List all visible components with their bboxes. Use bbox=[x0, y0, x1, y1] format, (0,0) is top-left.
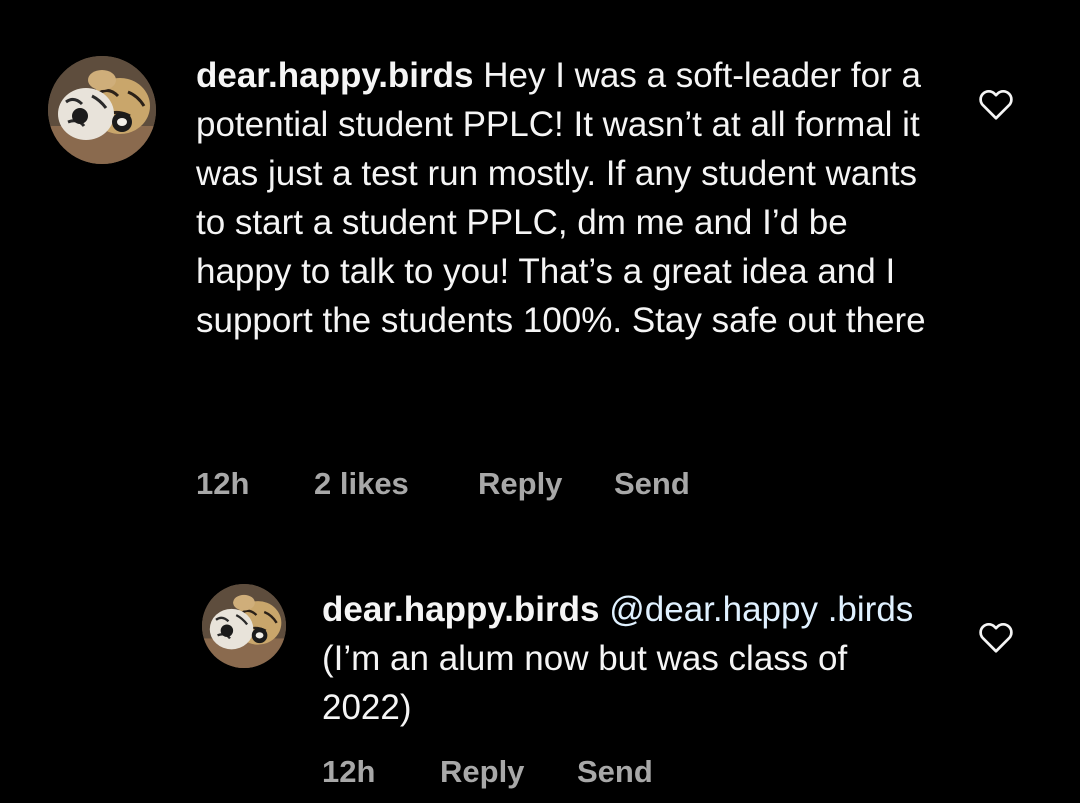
reply-actions: 12h Reply Send bbox=[322, 754, 653, 790]
reply-mention[interactable]: @dear.happy .birds bbox=[609, 590, 913, 629]
send-button[interactable]: Send bbox=[614, 466, 690, 502]
comment-body: dear.happy.birds Hey I was a soft-leader… bbox=[196, 51, 936, 345]
tiger-plush-avatar-image bbox=[202, 584, 286, 668]
likes-count[interactable]: 2 likes bbox=[314, 466, 478, 502]
heart-outline-icon[interactable] bbox=[978, 87, 1014, 121]
reply-timestamp: 12h bbox=[322, 754, 376, 789]
reply-text: (I’m an alum now but was class of 2022) bbox=[322, 639, 848, 727]
tiger-plush-avatar-image bbox=[48, 56, 156, 164]
heart-outline-icon[interactable] bbox=[978, 620, 1014, 654]
reply-avatar[interactable] bbox=[202, 584, 286, 668]
comment-timestamp: 12h bbox=[196, 466, 250, 501]
reply-username[interactable]: dear.happy.birds bbox=[322, 590, 600, 629]
reply-send-button[interactable]: Send bbox=[577, 754, 653, 790]
reply-reply-button[interactable]: Reply bbox=[440, 754, 577, 790]
reply-body: dear.happy.birds @dear.happy .birds (I’m… bbox=[322, 585, 932, 732]
comment-username[interactable]: dear.happy.birds bbox=[196, 56, 474, 95]
comment-text: Hey I was a soft-leader for a potential … bbox=[196, 56, 926, 340]
comment-actions: 12h 2 likes Reply Send bbox=[196, 466, 690, 502]
reply-button[interactable]: Reply bbox=[478, 466, 614, 502]
avatar[interactable] bbox=[48, 56, 156, 164]
